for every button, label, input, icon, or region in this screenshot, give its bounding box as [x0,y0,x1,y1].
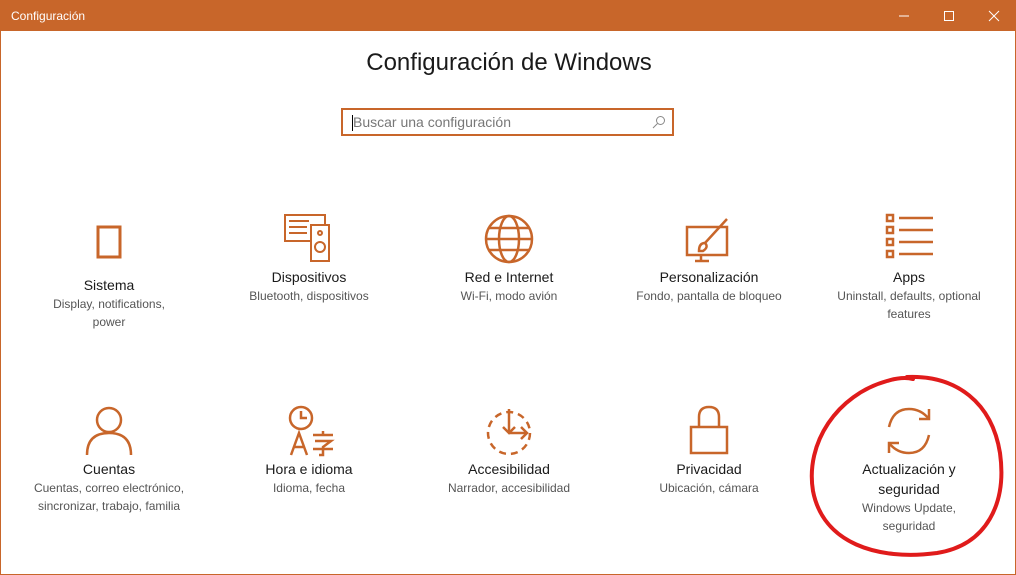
category-red-internet[interactable]: Red e Internet Wi-Fi, modo avión [409,211,609,305]
category-description: Fondo, pantalla de bloqueo [636,289,782,303]
lock-icon [689,405,729,455]
search-input[interactable] [353,113,643,131]
category-apps[interactable]: Apps Uninstall, defaults, optional featu… [809,211,1009,323]
category-name: Red e Internet [464,269,554,285]
category-name: Privacidad [676,461,742,477]
category-hora-idioma[interactable]: Hora e idioma Idioma, fecha [209,403,409,497]
category-description: Display, notifications, power [53,297,165,329]
window-title: Configuración [11,9,86,23]
category-sistema[interactable]: Sistema Display, notifications, power [9,215,209,331]
maximize-icon [944,11,954,21]
title-bar[interactable]: Configuración [1,1,1015,31]
red-circle-annotation [809,374,1004,557]
category-accesibilidad[interactable]: Accesibilidad Narrador, accesibilidad [409,403,609,497]
search-box[interactable] [341,108,674,136]
category-name: Accesibilidad [468,461,550,477]
paint-brush-icon [685,218,729,263]
category-description: Uninstall, defaults, optional features [837,289,981,321]
category-description: Narrador, accesibilidad [447,481,571,495]
category-privacidad[interactable]: Privacidad Ubicación, cámara [609,403,809,497]
category-description: Wi-Fi, modo avión [460,289,558,303]
minimize-icon [899,15,909,17]
globe-icon [484,214,534,264]
settings-window: Configuración Configuración de Windows S… [0,0,1016,575]
search-icon[interactable] [652,115,666,129]
person-icon [85,406,133,456]
category-name: Hora e idioma [265,461,353,477]
page-title: Configuración de Windows [366,49,652,76]
laptop-icon [96,225,122,259]
category-description: Idioma, fecha [272,481,346,495]
category-name: Dispositivos [271,269,347,285]
category-personalizacion[interactable]: Personalización Fondo, pantalla de bloqu… [609,211,809,305]
close-button[interactable] [971,1,1016,31]
minimize-button[interactable] [881,1,927,31]
time-language-icon [288,405,335,457]
text-caret [352,115,353,131]
app-list-icon [885,213,933,259]
close-icon [988,10,1000,22]
category-description: Cuentas, correo electrónico, sincronizar… [33,481,185,513]
maximize-button[interactable] [926,1,972,31]
category-name: Cuentas [82,461,136,477]
category-dispositivos[interactable]: Dispositivos Bluetooth, dispositivos [209,211,409,305]
category-cuentas[interactable]: Cuentas Cuentas, correo electrónico, sin… [9,403,209,515]
category-name: Sistema [83,277,135,293]
category-name: Personalización [659,269,759,285]
category-description: Bluetooth, dispositivos [249,289,369,303]
category-description: Ubicación, cámara [659,481,759,495]
ease-of-access-icon [486,409,532,456]
category-name: Apps [893,269,925,285]
keyboard-speaker-icon [284,214,330,262]
